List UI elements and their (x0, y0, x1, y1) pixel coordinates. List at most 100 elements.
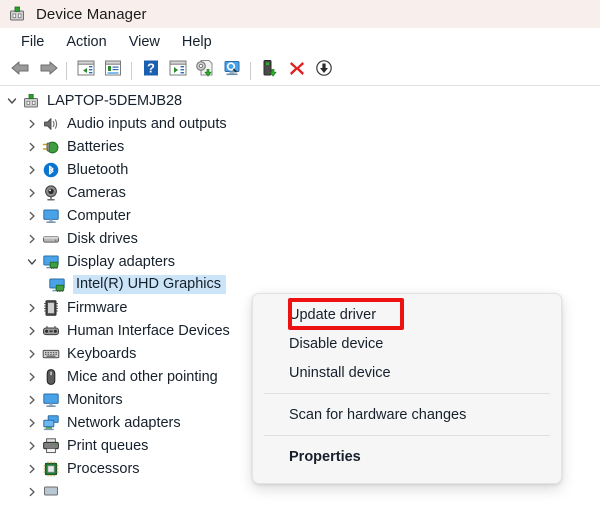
tree-row-bluetooth[interactable]: Bluetooth (0, 158, 600, 181)
tree-label-monitors: Monitors (67, 391, 123, 408)
toolbar-console-tree[interactable] (72, 58, 99, 84)
chevron-right-icon[interactable] (22, 388, 42, 411)
speaker-icon (42, 115, 60, 133)
mouse-icon (42, 368, 60, 386)
chevron-right-icon[interactable] (22, 135, 42, 158)
chevron-right-icon[interactable] (22, 319, 42, 342)
chevron-right-icon[interactable] (22, 342, 42, 365)
tree-label-display-adapters: Display adapters (67, 253, 175, 270)
display-adapter-icon (42, 253, 60, 271)
uninstall-device-icon (288, 59, 306, 82)
keyboard-icon (42, 345, 60, 363)
tree-label-cameras: Cameras (67, 184, 126, 201)
toolbar-action-pane[interactable] (164, 58, 191, 84)
toolbar-enable-device[interactable] (256, 58, 283, 84)
chevron-right-icon[interactable] (22, 365, 42, 388)
bluetooth-icon (42, 161, 60, 179)
tree-label-keyboards: Keyboards (67, 345, 137, 362)
context-menu[interactable]: Update driver Disable device Uninstall d… (252, 293, 562, 484)
tree-row-audio[interactable]: Audio inputs and outputs (0, 112, 600, 135)
chevron-right-icon[interactable] (22, 181, 42, 204)
tree-row-batteries[interactable]: Batteries (0, 135, 600, 158)
ctx-uninstall-device[interactable]: Uninstall device (253, 358, 561, 387)
enable-device-icon (260, 59, 280, 82)
menu-help[interactable]: Help (171, 32, 223, 52)
battery-icon (42, 138, 60, 156)
ctx-scan-hardware[interactable]: Scan for hardware changes (253, 400, 561, 429)
toolbar-separator-3 (250, 61, 251, 80)
camera-icon (42, 184, 60, 202)
toolbar-properties[interactable] (99, 58, 126, 84)
toolbar-update-driver[interactable] (191, 58, 218, 84)
chevron-right-icon[interactable] (22, 296, 42, 319)
show-hide-console-tree-icon (76, 59, 96, 82)
tree-row-display-adapters[interactable]: Display adapters (0, 250, 600, 273)
forward-arrow-icon (37, 59, 59, 82)
chevron-right-icon[interactable] (22, 480, 42, 503)
chevron-right-icon[interactable] (22, 158, 42, 181)
ctx-properties[interactable]: Properties (253, 442, 561, 471)
toolbar-separator-1 (66, 61, 67, 80)
tree-label-hid: Human Interface Devices (67, 322, 230, 339)
menu-bar: File Action View Help (0, 28, 600, 56)
ctx-disable-device[interactable]: Disable device (253, 329, 561, 358)
update-driver-icon (195, 59, 215, 82)
tree-label-network-adapters: Network adapters (67, 414, 181, 431)
tree-row-disk-drives[interactable]: Disk drives (0, 227, 600, 250)
firmware-icon (42, 299, 60, 317)
computer-root-icon (22, 92, 40, 110)
toolbar-forward[interactable] (34, 58, 61, 84)
tree-label-firmware: Firmware (67, 299, 128, 316)
help-icon: ? (142, 59, 160, 82)
processor-icon (42, 460, 60, 478)
context-menu-separator-2 (264, 435, 550, 436)
toolbar-help[interactable]: ? (137, 58, 164, 84)
tree-label-processors: Processors (67, 460, 140, 477)
tree-row-cameras[interactable]: Cameras (0, 181, 600, 204)
back-arrow-icon (10, 59, 32, 82)
context-menu-separator-1 (264, 393, 550, 394)
chevron-right-icon[interactable] (22, 204, 42, 227)
disk-drive-icon (42, 230, 60, 248)
chevron-down-icon[interactable] (22, 250, 42, 273)
scan-hardware-changes-icon (222, 59, 242, 82)
window-title: Device Manager (36, 5, 147, 23)
download-icon (314, 59, 334, 82)
tree-label-disk-drives: Disk drives (67, 230, 138, 247)
tree-label-batteries: Batteries (67, 138, 125, 155)
menu-view[interactable]: View (118, 32, 171, 52)
tree-row-computer[interactable]: Computer (0, 204, 600, 227)
monitor-icon (42, 207, 60, 225)
network-adapter-icon (42, 414, 60, 432)
display-adapter-icon (48, 276, 66, 294)
device-manager-icon (8, 5, 26, 23)
chevron-right-icon[interactable] (22, 457, 42, 480)
toolbar-download[interactable] (310, 58, 337, 84)
chevron-down-icon[interactable] (2, 89, 22, 112)
context-menu-bottom-padding (253, 471, 561, 476)
ctx-update-driver[interactable]: Update driver (253, 300, 561, 329)
tree-label-mice: Mice and other pointing (67, 368, 218, 385)
tree-label-intel-uhd-graphics: Intel(R) UHD Graphics (73, 275, 227, 294)
chevron-right-icon[interactable] (22, 227, 42, 250)
monitor-icon (42, 391, 60, 409)
toolbar-uninstall-device[interactable] (283, 58, 310, 84)
toolbar-scan-hardware[interactable] (218, 58, 245, 84)
title-bar: Device Manager (0, 0, 600, 28)
menu-action[interactable]: Action (55, 32, 117, 52)
toolbar: ? (0, 56, 600, 86)
chevron-right-icon[interactable] (22, 112, 42, 135)
device-generic-icon (42, 483, 60, 501)
chevron-right-icon[interactable] (22, 411, 42, 434)
toolbar-back[interactable] (7, 58, 34, 84)
tree-label-bluetooth: Bluetooth (67, 161, 129, 178)
properties-icon (103, 59, 123, 82)
chevron-right-icon[interactable] (22, 434, 42, 457)
printer-icon (42, 437, 60, 455)
tree-label-audio: Audio inputs and outputs (67, 115, 227, 132)
svg-text:?: ? (147, 61, 155, 76)
tree-row-root[interactable]: LAPTOP-5DEMJB28 (0, 89, 600, 112)
toolbar-separator-2 (131, 61, 132, 80)
tree-label-computer: Computer (67, 207, 131, 224)
menu-file[interactable]: File (10, 32, 55, 52)
